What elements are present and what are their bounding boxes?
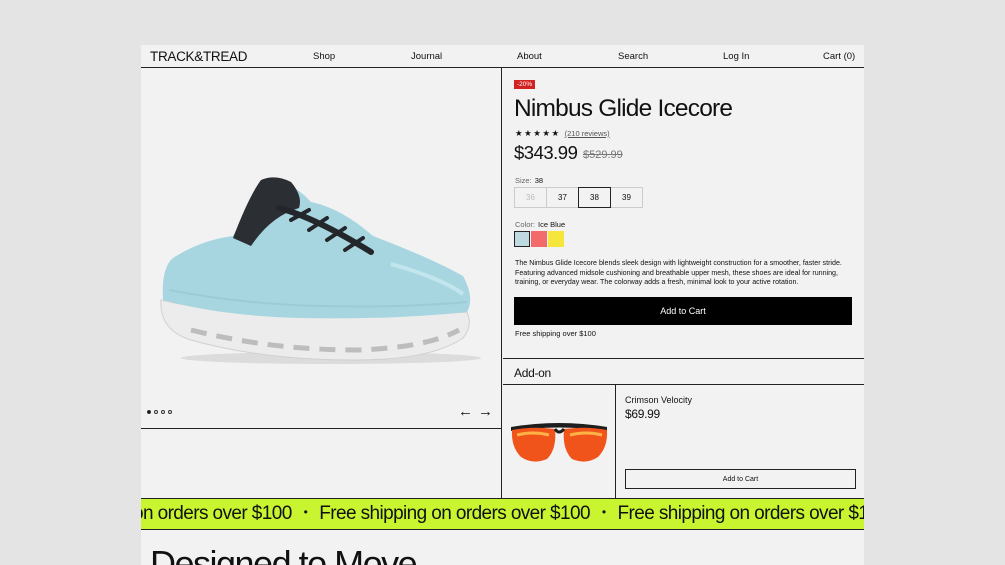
site-logo[interactable]: TRACK&TREAD [150, 49, 248, 64]
color-swatch-yellow[interactable] [548, 231, 564, 247]
discount-badge: -20% [514, 80, 536, 89]
color-label: Color: Ice Blue [515, 220, 566, 229]
arrow-right-icon[interactable]: → [478, 404, 493, 419]
addon-info: Crimson Velocity $69.99 Add to Cart [617, 385, 864, 498]
sunglasses-image [511, 423, 608, 462]
shipping-marquee: Free shipping on orders over $100 • Free s… [141, 498, 864, 530]
nav-search[interactable]: Search [618, 51, 648, 62]
carousel-dot[interactable] [161, 410, 165, 414]
size-option-37[interactable]: 37 [546, 187, 579, 208]
marquee-item: Free shipping on orders over $100 [617, 503, 864, 524]
add-to-cart-button[interactable]: Add to Cart [514, 297, 852, 325]
star-rating-icon: ★★★★★ [515, 128, 561, 138]
color-swatch-ice-blue[interactable] [514, 231, 530, 247]
product-details: -20% Nimbus Glide Icecore ★★★★★ (210 rev… [503, 68, 864, 359]
product-description: The Nimbus Glide Icecore blends sleek de… [515, 259, 842, 287]
color-swatch-coral[interactable] [531, 231, 547, 247]
selected-size: 38 [534, 176, 544, 185]
size-selector: 36 37 38 39 [514, 187, 643, 208]
carousel-dots [147, 410, 172, 414]
marquee-item: Free shipping on orders over $100 [141, 503, 292, 524]
carousel-dot[interactable] [168, 410, 172, 414]
marquee-separator: • [303, 505, 308, 519]
addon-heading: Add-on [503, 360, 864, 385]
size-label: Size: 38 [515, 176, 544, 185]
site-header: TRACK&TREAD Shop Journal About Search Lo… [141, 45, 864, 68]
reviews-link[interactable]: (210 reviews) [565, 129, 610, 138]
carousel-dot[interactable] [154, 410, 158, 414]
nav-login[interactable]: Log In [723, 51, 749, 62]
marquee-separator: • [601, 505, 606, 519]
marquee-item: Free shipping on orders over $100 [319, 503, 590, 524]
size-option-36: 36 [514, 187, 547, 208]
selected-color: Ice Blue [538, 220, 566, 229]
product-price: $343.99 [514, 142, 578, 163]
nav-cart[interactable]: Cart (0) [823, 51, 855, 62]
addon-price: $69.99 [625, 407, 660, 421]
product-rating: ★★★★★ (210 reviews) [515, 128, 610, 139]
product-title: Nimbus Glide Icecore [514, 95, 733, 122]
marquee-track: Free shipping on orders over $100 • Free s… [141, 503, 864, 525]
size-option-38[interactable]: 38 [578, 187, 611, 208]
size-option-39[interactable]: 39 [610, 187, 643, 208]
arrow-left-icon[interactable]: ← [458, 404, 473, 419]
product-image [160, 177, 481, 364]
addon-image[interactable] [503, 385, 616, 498]
carousel-dot-active[interactable] [147, 410, 151, 414]
product-page: TRACK&TREAD Shop Journal About Search Lo… [141, 45, 864, 565]
shipping-note: Free shipping over $100 [515, 329, 596, 338]
product-old-price: $529.99 [583, 149, 623, 161]
gallery-spacer [141, 429, 502, 498]
nav-journal[interactable]: Journal [411, 51, 442, 62]
addon-name[interactable]: Crimson Velocity [625, 395, 692, 405]
nav-shop[interactable]: Shop [313, 51, 335, 62]
addon-add-to-cart-button[interactable]: Add to Cart [625, 469, 856, 489]
product-gallery: ← → [141, 68, 502, 429]
color-selector [514, 231, 564, 247]
section-title: Designed to Move [150, 543, 418, 565]
addon-heading-label: Add-on [514, 366, 551, 380]
nav-about[interactable]: About [517, 51, 542, 62]
